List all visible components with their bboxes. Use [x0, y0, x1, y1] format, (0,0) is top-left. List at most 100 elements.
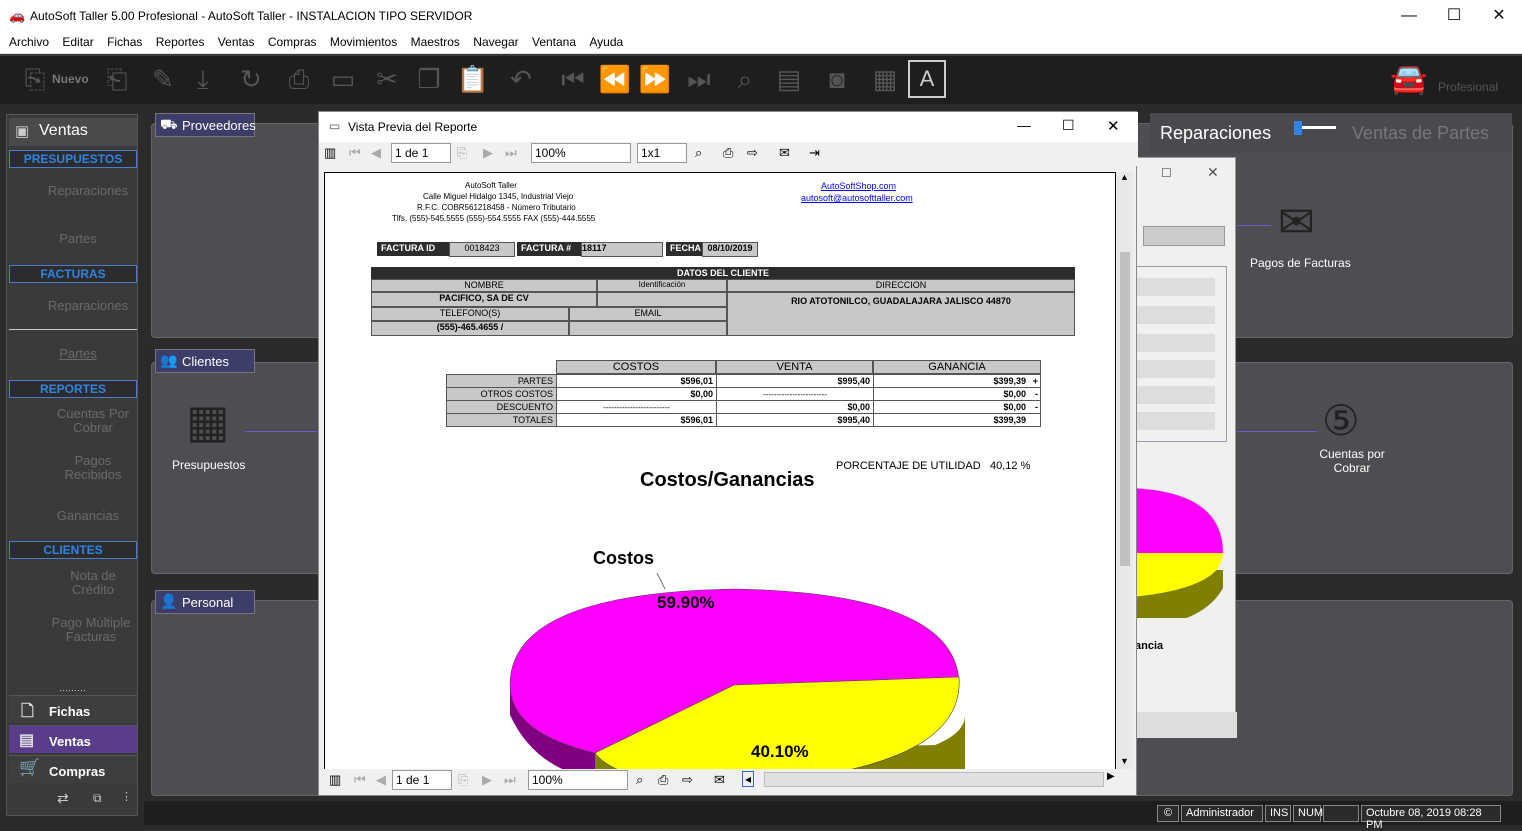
report-close-button[interactable]: ✕	[1107, 117, 1120, 135]
email-icon-bottom[interactable]: ✉	[714, 772, 725, 788]
page-number-field-bottom[interactable]: 1 de 1	[392, 770, 452, 790]
print-icon[interactable]: ⎙	[282, 62, 316, 96]
scroll-right-icon[interactable]: ▶	[1107, 771, 1115, 782]
page-number-field[interactable]: 1 de 1	[391, 143, 451, 163]
prev-record-icon[interactable]: ⏪	[598, 62, 632, 96]
accounts-receivable-icon[interactable]: ⑤	[1322, 396, 1360, 445]
bg-field-2[interactable]	[1135, 306, 1215, 324]
refresh-icon[interactable]: ↻	[234, 62, 268, 96]
menu-editar[interactable]: Editar	[57, 32, 98, 49]
next-page-icon[interactable]: ▶	[483, 145, 493, 161]
edit-icon[interactable]: ✎	[146, 62, 180, 96]
menu-compras[interactable]: Compras	[263, 32, 322, 49]
first-record-icon[interactable]: ⏮	[556, 62, 590, 96]
paste-icon[interactable]: 📋	[456, 62, 490, 96]
sidebar-item-cuentas-por-cobrar[interactable]: Cuentas Por Cobrar	[9, 407, 137, 435]
next-page-icon-bottom[interactable]: ▶	[482, 772, 492, 788]
tab-compras[interactable]: 🛒 Compras	[9, 755, 137, 783]
export-icon[interactable]: ⇨	[747, 145, 758, 161]
camera-icon[interactable]: ◙	[820, 62, 854, 96]
print-icon-bottom[interactable]: ⎙	[658, 772, 668, 788]
zoom-select[interactable]: 100%	[531, 143, 631, 163]
menu-ventas[interactable]: Ventas	[213, 32, 260, 49]
menu-archivo[interactable]: Archivo	[0, 32, 54, 49]
pages-grid-select[interactable]: 1x1	[637, 143, 687, 163]
find-icon[interactable]: ⌕	[695, 145, 702, 161]
minimize-button[interactable]: —	[1386, 0, 1432, 32]
copy-page-icon[interactable]: ⎘	[457, 145, 467, 161]
pagos-facturas-label[interactable]: Pagos de Facturas	[1250, 256, 1351, 270]
last-record-icon[interactable]: ⏭	[682, 62, 716, 96]
bg-maximize-icon[interactable]: ☐	[1161, 166, 1172, 180]
mail-money-icon[interactable]: ✉	[1278, 197, 1315, 248]
menu-reportes[interactable]: Reportes	[151, 32, 210, 49]
zoom-select-bottom[interactable]: 100%	[528, 770, 628, 790]
horizontal-scrollbar[interactable]	[764, 772, 1104, 787]
report-search-icon[interactable]: ▤	[772, 62, 806, 96]
copy-page-icon-bottom[interactable]: ⎘	[458, 772, 468, 788]
menu-movimientos[interactable]: Movimientos	[325, 32, 402, 49]
toggle-ventas-partes[interactable]: Ventas de Partes	[1352, 123, 1489, 144]
menu-fichas[interactable]: Fichas	[102, 32, 147, 49]
sidebar-item-facturas-reparaciones[interactable]: Reparaciones	[9, 298, 137, 313]
company-email-link[interactable]: autosoft@autosofttaller.com	[801, 193, 913, 203]
undo-icon[interactable]: ↶	[504, 62, 538, 96]
cuentas-cobrar-label[interactable]: Cuentas por Cobrar	[1312, 447, 1392, 475]
report-maximize-button[interactable]: ☐	[1062, 117, 1075, 134]
copy-icon[interactable]: ❐	[412, 62, 446, 96]
more-icon[interactable]: ⋮	[121, 790, 132, 803]
sidebar-item-ganancias[interactable]: Ganancias	[9, 508, 137, 523]
scroll-up-icon[interactable]: ▲	[1120, 172, 1129, 182]
font-a-icon[interactable]: A	[908, 60, 946, 98]
tab-fichas[interactable]: 🗋 Fichas	[9, 695, 137, 723]
prev-page-icon[interactable]: ◀	[371, 145, 381, 161]
close-button[interactable]: ✕	[1476, 0, 1522, 32]
grid-icon[interactable]: ▦	[868, 62, 902, 96]
bg-field-5[interactable]	[1135, 386, 1215, 404]
sidebar-item-nota-de-credito[interactable]: Nota de Crédito	[9, 569, 137, 597]
report-print-icon[interactable]: ⎙	[723, 145, 733, 161]
sidebar-item-facturas-partes[interactable]: Partes	[9, 346, 137, 361]
sidebar-item-pagos-recibidos[interactable]: Pagos Recibidos	[9, 454, 137, 482]
bg-field-3[interactable]	[1135, 334, 1215, 352]
menu-maestros[interactable]: Maestros	[406, 32, 465, 49]
last-page-icon-bottom[interactable]: ⏭	[504, 772, 516, 788]
new-button-label[interactable]: Nuevo	[52, 72, 89, 86]
sidebar-item-pago-multiple[interactable]: Pago Múltiple Facturas	[9, 616, 137, 644]
find-icon-bottom[interactable]: ⌕	[636, 772, 643, 788]
sidebar-item-presupuestos-partes[interactable]: Partes	[9, 231, 137, 246]
scroll-thumb[interactable]	[1120, 252, 1130, 566]
tab-ventas[interactable]: ▤ Ventas	[9, 725, 137, 753]
menu-navegar[interactable]: Navegar	[468, 32, 523, 49]
windows-icon[interactable]: ⧉	[93, 791, 102, 806]
page-view-icon[interactable]: ▥	[324, 145, 336, 161]
swap-icon[interactable]: ⇄	[57, 790, 69, 807]
bg-field[interactable]	[1143, 226, 1225, 246]
next-record-icon[interactable]: ⏩	[638, 62, 672, 96]
last-page-icon[interactable]: ⏭	[505, 145, 517, 161]
exit-preview-icon[interactable]: ⇥	[809, 145, 820, 161]
company-website-link[interactable]: AutoSoftShop.com	[821, 181, 896, 191]
first-page-icon-bottom[interactable]: ⏮	[354, 772, 366, 788]
prev-page-icon-bottom[interactable]: ◀	[376, 772, 386, 788]
new-icon[interactable]: ⎘	[18, 62, 52, 96]
delete-doc-icon[interactable]: ⎗	[100, 62, 134, 96]
maximize-button[interactable]: ☐	[1431, 0, 1477, 32]
sidebar-item-presupuestos-reparaciones[interactable]: Reparaciones	[9, 183, 137, 198]
monitor-icon[interactable]: ▭	[326, 62, 360, 96]
email-icon[interactable]: ✉	[779, 145, 790, 161]
save-icon[interactable]: ⤓	[186, 62, 220, 96]
bg-close-icon[interactable]: ✕	[1207, 164, 1219, 181]
menu-ayuda[interactable]: Ayuda	[584, 32, 628, 49]
bg-field-4[interactable]	[1135, 360, 1215, 378]
first-page-icon[interactable]: ⏮	[349, 145, 361, 161]
toggle-reparaciones[interactable]: Reparaciones	[1160, 123, 1271, 144]
page-view-icon-bottom[interactable]: ▥	[329, 772, 341, 788]
menu-ventana[interactable]: Ventana	[527, 32, 581, 49]
vertical-scrollbar[interactable]: ▲ ▼	[1117, 172, 1133, 770]
export-icon-bottom[interactable]: ⇨	[682, 772, 693, 788]
report-minimize-button[interactable]: —	[1017, 117, 1031, 133]
scroll-down-icon[interactable]: ▼	[1120, 756, 1129, 766]
close-preview-icon-bottom[interactable]: ◂	[742, 771, 755, 787]
cut-icon[interactable]: ✂	[370, 62, 404, 96]
